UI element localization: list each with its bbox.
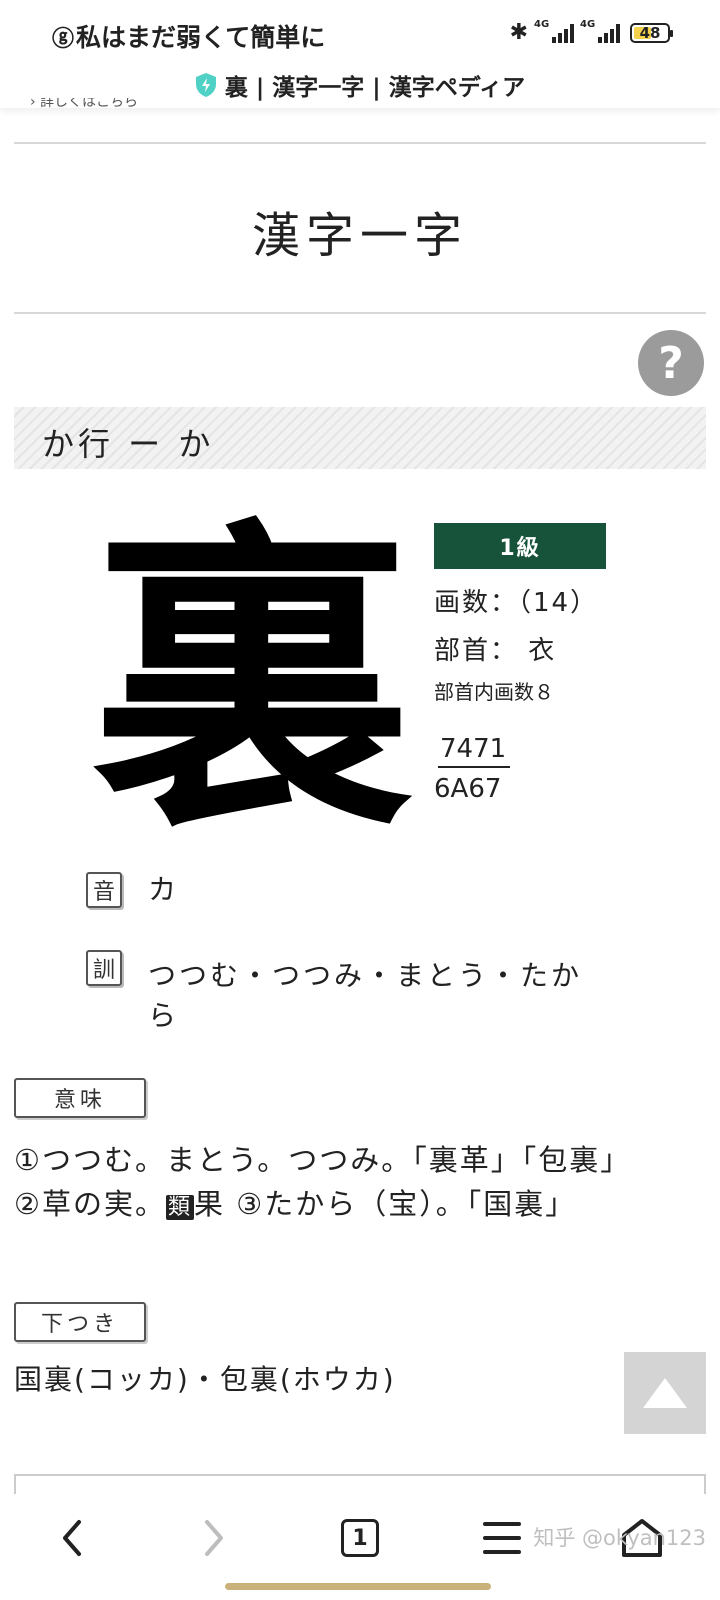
page: ⓖ私はまだ弱くて簡単に ✱ 4G 4G 48 裏 | 漢字一字 | 漢字ペディア… (0, 0, 720, 1600)
battery-icon: 48 (630, 22, 673, 43)
grade-badge: 1級 (434, 523, 606, 569)
jis-code: 7471 (438, 734, 511, 768)
stroke-count: 画数：（14） (434, 588, 599, 618)
compound-words[interactable]: 国裏(コッカ)・包裏(ホウカ) (14, 1358, 396, 1398)
shitatsuki-label: 下つき (14, 1302, 146, 1342)
unicode-code: 6A67 (434, 774, 502, 804)
up-arrow-icon (643, 1378, 687, 1408)
kanji-character: 裏 (92, 496, 412, 868)
chevron-right-icon (205, 1520, 223, 1556)
page-title: 裏 | 漢字一字 | 漢字ペディア (224, 75, 526, 101)
tabs-button[interactable]: 1 (330, 1508, 390, 1568)
divider (14, 142, 706, 144)
notification-text: 私はまだ弱くて簡単に (76, 23, 326, 52)
status-bar: ⓖ私はまだ弱くて簡単に ✱ 4G 4G 48 (0, 0, 720, 66)
next-section-box (14, 1474, 706, 1494)
cellular-signal-1: 4G (534, 19, 574, 43)
forward-button[interactable] (184, 1508, 244, 1568)
kun-reading: つつむ・つつみ・まとう・たか ら (148, 956, 582, 1036)
browser-bottom-nav: 1 知乎 @okyan123 (0, 1494, 720, 1594)
meaning-text: ①つつむ。まとう。つつみ。「裏革」「包裏」 ②草の実。類果 ③たから（宝）。「国… (14, 1138, 664, 1230)
divider (14, 312, 706, 314)
radical-stroke-count: 部首内画数８ (434, 680, 554, 704)
tab-count: 1 (341, 1519, 379, 1557)
cellular-signal-2: 4G (580, 19, 620, 43)
on-reading: カ (148, 873, 180, 906)
shield-icon (195, 73, 216, 97)
clipped-link-text: 詳しくはこちら (40, 98, 139, 110)
chevron-left-icon (63, 1520, 81, 1556)
network-type-label: 4G (580, 18, 596, 30)
notification-preview: ⓖ私はまだ弱くて簡単に (52, 18, 342, 54)
meaning-part: 果 ③たから（宝）。「国裏」 (194, 1187, 577, 1221)
meaning-label: 意味 (14, 1078, 146, 1118)
app-notification-icon: ⓖ (52, 27, 75, 52)
help-button[interactable]: ? (638, 330, 704, 396)
hamburger-icon (483, 1522, 521, 1554)
on-reading-badge: 音 (86, 872, 122, 908)
home-indicator[interactable] (225, 1583, 491, 1590)
clipped-link[interactable]: › 詳しくはこちら (30, 98, 138, 110)
kana-row-label: か行 ー か (42, 425, 215, 463)
menu-button[interactable] (472, 1508, 532, 1568)
kun-reading-line: つつむ・つつみ・まとう・たか (148, 959, 583, 992)
kana-row-band: か行 ー か (14, 407, 706, 469)
network-type-label: 4G (534, 18, 550, 30)
signal-bars-icon (598, 23, 620, 43)
question-icon: ? (658, 337, 684, 389)
back-button[interactable] (42, 1508, 102, 1568)
status-icons: ✱ 4G 4G 48 (509, 19, 673, 45)
kun-reading-badge: 訓 (86, 950, 122, 986)
radical[interactable]: 部首： 衣 (434, 630, 556, 667)
bluetooth-icon: ✱ (509, 20, 528, 45)
watermark: 知乎 @okyan123 (533, 1526, 706, 1550)
signal-bars-icon (552, 23, 574, 43)
scroll-to-top-button[interactable] (624, 1352, 706, 1434)
similar-badge: 類 (166, 1195, 195, 1220)
kun-reading-line: ら (148, 999, 180, 1032)
section-heading: 漢字一字 (251, 208, 468, 264)
battery-level: 48 (639, 23, 661, 42)
